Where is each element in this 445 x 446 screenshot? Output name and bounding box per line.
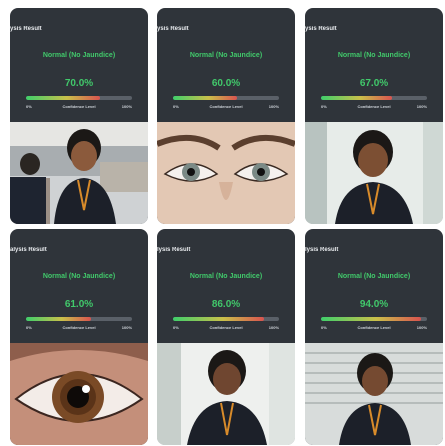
confidence-bar bbox=[321, 96, 427, 100]
confidence-bar-fill bbox=[173, 317, 265, 321]
result-status: Normal (No Jaundice) bbox=[189, 52, 263, 59]
confidence-bar bbox=[173, 96, 279, 100]
scale-max: 100% bbox=[268, 104, 279, 109]
confidence-value: 86.0% bbox=[211, 299, 241, 310]
result-status: Normal (No Jaundice) bbox=[189, 273, 263, 280]
scale-max: 100% bbox=[121, 325, 132, 330]
result-status: Normal (No Jaundice) bbox=[42, 273, 116, 280]
confidence-bar bbox=[173, 317, 279, 321]
scale-min: 0% bbox=[173, 325, 179, 330]
confidence-bar-fill bbox=[321, 317, 421, 321]
confidence-bar-fill bbox=[26, 96, 101, 100]
two-eyes-image bbox=[157, 122, 295, 224]
confidence-scale: 0% Confidence Level 100% bbox=[26, 325, 132, 331]
portrait-image bbox=[157, 343, 295, 445]
result-status: Normal (No Jaundice) bbox=[42, 52, 116, 59]
confidence-bar-fill bbox=[321, 96, 393, 100]
scale-min: 0% bbox=[321, 325, 327, 330]
confidence-scale: 0% Confidence Level 100% bbox=[321, 325, 427, 331]
result-card: ysis Result Normal (No Jaundice) 67.0% 0… bbox=[305, 8, 443, 224]
result-status: Normal (No Jaundice) bbox=[337, 273, 411, 280]
result-card: lysis Result Normal (No Jaundice) 86.0% … bbox=[157, 229, 295, 445]
card-title: ysis Result bbox=[305, 26, 337, 32]
confidence-value: 61.0% bbox=[64, 299, 94, 310]
portrait-image bbox=[305, 343, 443, 445]
scale-label: Confidence Level bbox=[357, 104, 391, 109]
confidence-bar bbox=[26, 96, 132, 100]
card-title: alysis Result bbox=[10, 247, 47, 253]
scale-max: 100% bbox=[268, 325, 279, 330]
confidence-bar bbox=[321, 317, 427, 321]
scale-min: 0% bbox=[173, 104, 179, 109]
confidence-scale: 0% Confidence Level 100% bbox=[173, 104, 279, 110]
confidence-value: 94.0% bbox=[359, 299, 389, 310]
confidence-value: 70.0% bbox=[64, 78, 94, 89]
confidence-scale: 0% Confidence Level 100% bbox=[321, 104, 427, 110]
scale-min: 0% bbox=[26, 325, 32, 330]
card-title: ysis Result bbox=[157, 26, 189, 32]
scale-label: Confidence Level bbox=[62, 104, 96, 109]
scale-min: 0% bbox=[26, 104, 32, 109]
card-title: lysis Result bbox=[305, 247, 339, 253]
result-card: alysis Result Normal (No Jaundice) 61.0%… bbox=[10, 229, 148, 445]
card-title: lysis Result bbox=[157, 247, 191, 253]
scale-label: Confidence Level bbox=[209, 325, 243, 330]
confidence-bar-fill bbox=[26, 317, 91, 321]
confidence-value: 60.0% bbox=[211, 78, 241, 89]
confidence-value: 67.0% bbox=[359, 78, 389, 89]
scale-min: 0% bbox=[321, 104, 327, 109]
scale-max: 100% bbox=[416, 104, 427, 109]
card-title: ysis Result bbox=[10, 26, 42, 32]
scale-label: Confidence Level bbox=[209, 104, 243, 109]
result-card: ysis Result Normal (No Jaundice) 70.0% 0… bbox=[10, 8, 148, 224]
scale-label: Confidence Level bbox=[357, 325, 391, 330]
confidence-scale: 0% Confidence Level 100% bbox=[26, 104, 132, 110]
portrait-image bbox=[305, 122, 443, 224]
confidence-scale: 0% Confidence Level 100% bbox=[173, 325, 279, 331]
result-card: ysis Result Normal (No Jaundice) 60.0% 0… bbox=[157, 8, 295, 224]
result-status: Normal (No Jaundice) bbox=[337, 52, 411, 59]
scale-label: Confidence Level bbox=[62, 325, 96, 330]
scale-max: 100% bbox=[121, 104, 132, 109]
eye-closeup-image bbox=[10, 343, 148, 445]
confidence-bar bbox=[26, 317, 132, 321]
result-card: lysis Result Normal (No Jaundice) 94.0% … bbox=[305, 229, 443, 445]
confidence-bar-fill bbox=[173, 96, 237, 100]
scale-max: 100% bbox=[416, 325, 427, 330]
classroom-portrait-image bbox=[10, 122, 148, 224]
